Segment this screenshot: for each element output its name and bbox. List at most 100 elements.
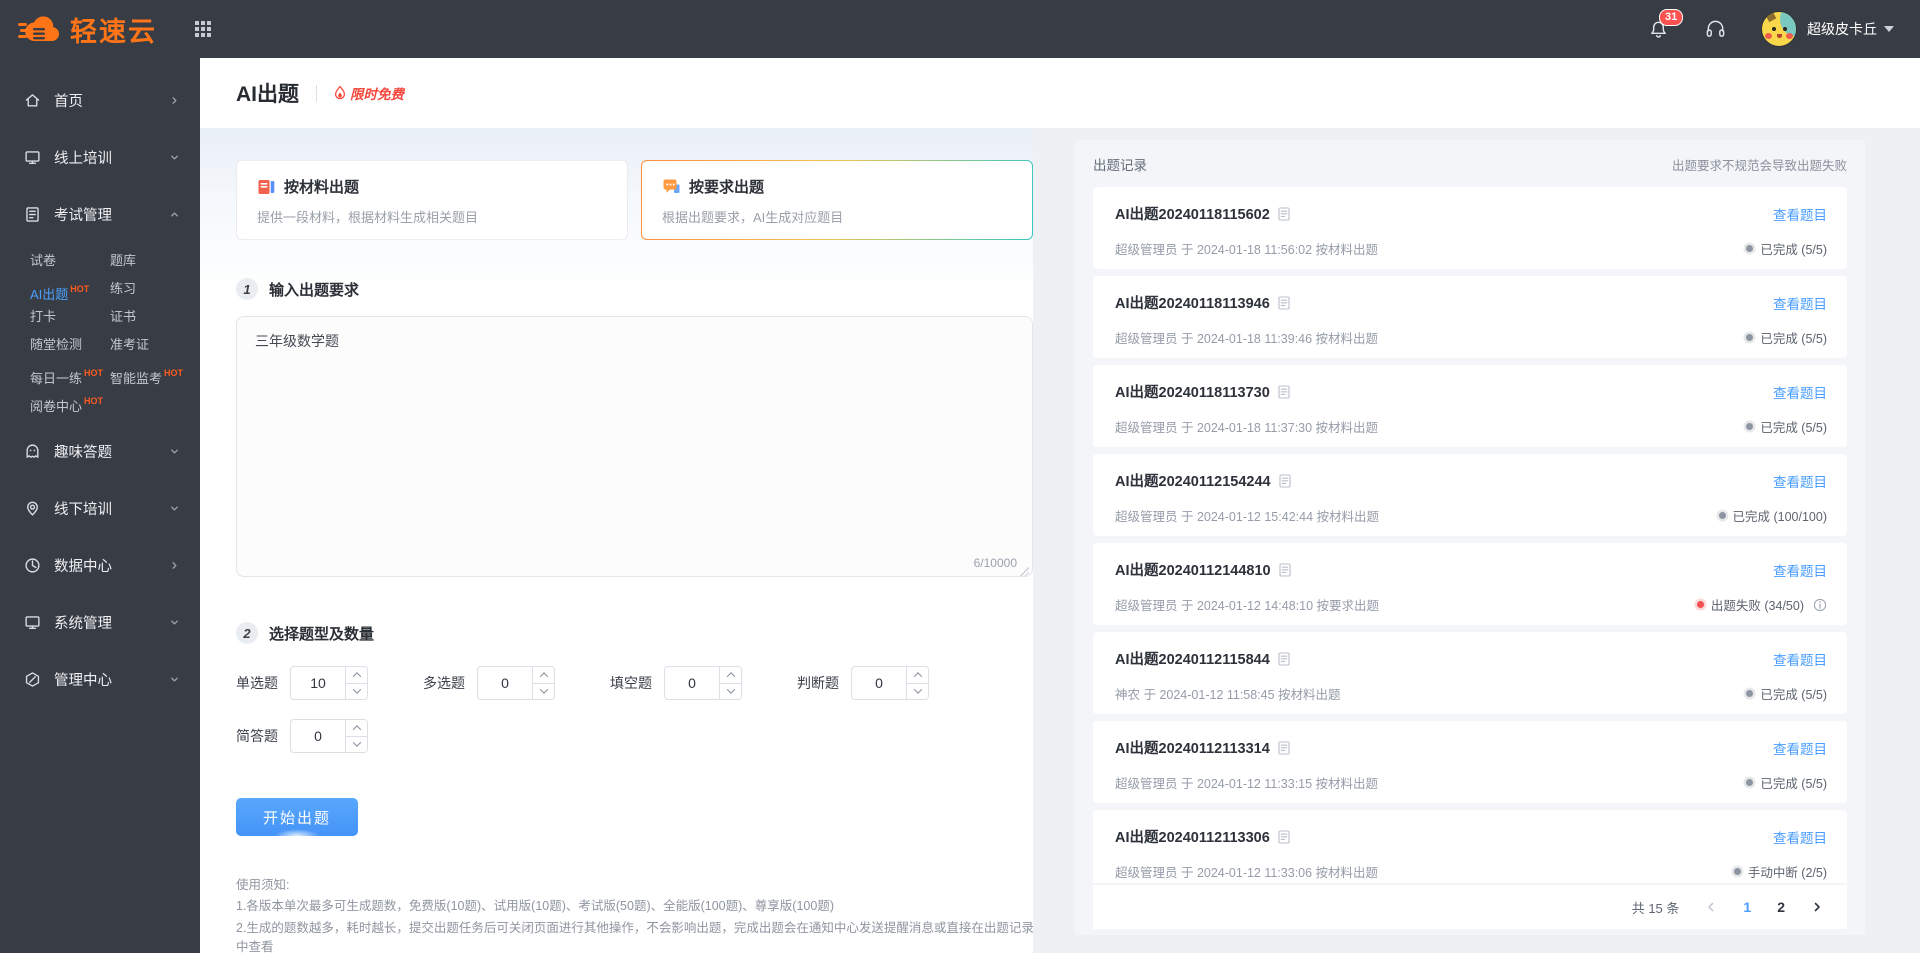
record-meta-row: 超级管理员 于 2024-01-18 11:56:02 按材料出题 已完成 (5/… [1115,239,1827,258]
sidebar-item-label: 系统管理 [54,616,112,632]
document-icon[interactable] [1278,740,1290,755]
sidebar-item-fun[interactable]: 趣味答题 [0,423,200,480]
question-type-判断题: 判断题 0 [797,666,929,700]
sidebar-item-training[interactable]: 线上培训 [0,129,200,186]
decrement-button[interactable] [720,682,741,699]
app-logo[interactable]: 轻速云 [18,10,157,49]
view-questions-link[interactable]: 查看题目 [1773,204,1827,224]
user-avatar[interactable] [1761,11,1797,47]
view-questions-link[interactable]: 查看题目 [1773,471,1827,491]
document-icon[interactable] [1278,829,1290,844]
sidebar-subitem-label: 证书 [110,309,137,324]
mode-card-material[interactable]: 按材料出题 提供一段材料，根据材料生成相关题目 [236,160,628,240]
sidebar-item-data[interactable]: 数据中心 [0,537,200,594]
chevron-right-icon [169,560,180,571]
sidebar-subitem-打卡[interactable]: 打卡 [30,303,110,331]
record-name: AI出题20240112115844 [1115,652,1270,668]
sidebar-nav: 首页线上培训考试管理试卷 题库 AI出题 HOT 练习 打卡 证书 随堂检测 准考证 每日一练 HO… [0,72,200,708]
decrement-button[interactable] [907,682,928,699]
requirement-textarea[interactable]: 三年级数学题 [236,316,1033,577]
increment-button[interactable] [346,720,367,736]
record-title-row: AI出题20240112144810 查看题目 [1115,559,1827,580]
sidebar-item-label: 线上培训 [54,151,112,167]
record-card: AI出题20240112113306 查看题目 超级管理员 于 2024-01-12… [1093,810,1847,883]
document-icon[interactable] [1278,651,1290,666]
system-icon [24,614,41,631]
sidebar-item-admin[interactable]: 管理中心 [0,651,200,708]
status-dot-done [1718,512,1726,519]
hot-badge: HOT [84,396,104,406]
chevron-right-icon [169,95,180,106]
quantity-stepper[interactable]: 0 [851,666,929,700]
page-number-1[interactable]: 1 [1743,899,1751,915]
sidebar-subitem-准考证[interactable]: 准考证 [110,331,200,359]
sidebar-item-exam[interactable]: 考试管理 [0,186,200,243]
quantity-stepper[interactable]: 0 [290,719,368,753]
resize-handle[interactable] [1019,566,1029,576]
record-card: AI出题20240112144810 查看题目 超级管理员 于 2024-01-12… [1093,543,1847,625]
notifications-button[interactable]: 31 [1647,8,1684,41]
sidebar-subitem-随堂检测[interactable]: 随堂检测 [30,331,110,359]
record-title-row: AI出题20240112115844 查看题目 [1115,648,1827,669]
chevron-down-icon [1884,26,1894,32]
view-questions-link[interactable]: 查看题目 [1773,649,1827,669]
sidebar-subitem-每日一练[interactable]: 每日一练 HOT [30,359,110,387]
record-status: 手动中断 (2/5) [1733,862,1827,881]
quantity-stepper[interactable]: 10 [290,666,368,700]
sidebar-subitem-练习[interactable]: 练习 [110,275,200,303]
increment-button[interactable] [907,667,928,683]
apps-grid-icon[interactable] [195,21,211,37]
document-icon[interactable] [1279,562,1291,577]
sidebar-subitem-智能监考[interactable]: 智能监考 HOT [110,359,200,387]
prev-page-button[interactable] [1705,901,1717,913]
info-icon[interactable] [1813,598,1827,612]
view-questions-link[interactable]: 查看题目 [1773,827,1827,847]
view-questions-link[interactable]: 查看题目 [1773,293,1827,313]
sidebar-item-home[interactable]: 首页 [0,72,200,129]
start-generation-button[interactable]: 开始出题 [236,798,358,836]
user-menu[interactable]: 超级皮卡丘 [1807,19,1894,39]
records-title: 出题记录 [1093,158,1147,173]
document-icon[interactable] [1279,473,1291,488]
view-questions-link[interactable]: 查看题目 [1773,382,1827,402]
view-questions-link[interactable]: 查看题目 [1773,738,1827,758]
sidebar-subitem-阅卷中心[interactable]: 阅卷中心 HOT [30,387,110,415]
question-type-简答题: 简答题 0 [236,719,368,753]
records-list: AI出题20240118115602 查看题目 超级管理员 于 2024-01-18… [1093,187,1847,883]
quantity-stepper[interactable]: 0 [664,666,742,700]
document-icon[interactable] [1278,206,1290,221]
chevron-down-icon [169,446,180,457]
sidebar-subitem-证书[interactable]: 证书 [110,303,200,331]
status-dot-done [1746,779,1754,786]
increment-button[interactable] [720,667,741,683]
notification-count-badge: 31 [1659,8,1684,26]
record-name: AI出题20240112154244 [1115,474,1271,490]
sidebar-item-system[interactable]: 系统管理 [0,594,200,651]
decrement-button[interactable] [346,735,367,752]
quantity-value: 0 [314,728,322,744]
document-icon[interactable] [1278,295,1290,310]
record-status: 已完成 (5/5) [1746,328,1827,347]
decrement-button[interactable] [533,682,554,699]
record-card: AI出题20240112115844 查看题目 神农 于 2024-01-12 11… [1093,632,1847,714]
page-number-2[interactable]: 2 [1777,899,1785,915]
sidebar-item-offline[interactable]: 线下培训 [0,480,200,537]
question-type-row: 单选题 10 多选题 0 填空题 0 判断题 0 [236,666,1033,700]
records-panel: 出题记录 出题要求不规范会导致出题失败 AI出题20240118115602 查看… [1075,140,1865,935]
increment-button[interactable] [346,667,367,683]
increment-button[interactable] [533,667,554,683]
record-card: AI出题20240112154244 查看题目 超级管理员 于 2024-01-12… [1093,454,1847,536]
sidebar-subitem-试卷[interactable]: 试卷 [30,247,110,275]
sidebar-subitem-题库[interactable]: 题库 [110,247,200,275]
total-count: 共 15 条 [1631,900,1680,916]
quantity-stepper[interactable]: 0 [477,666,555,700]
record-meta: 超级管理员 于 2024-01-18 11:56:02 按材料出题 [1115,243,1379,257]
support-button[interactable] [1704,18,1727,41]
document-icon[interactable] [1278,384,1290,399]
decrement-button[interactable] [346,682,367,699]
status-text: 已完成 (5/5) [1760,421,1827,435]
mode-card-require[interactable]: 按要求出题 根据出题要求，AI生成对应题目 [641,160,1033,240]
sidebar-subitem-AI出题[interactable]: AI出题 HOT [30,275,110,303]
view-questions-link[interactable]: 查看题目 [1773,560,1827,580]
next-page-button[interactable] [1811,901,1823,913]
